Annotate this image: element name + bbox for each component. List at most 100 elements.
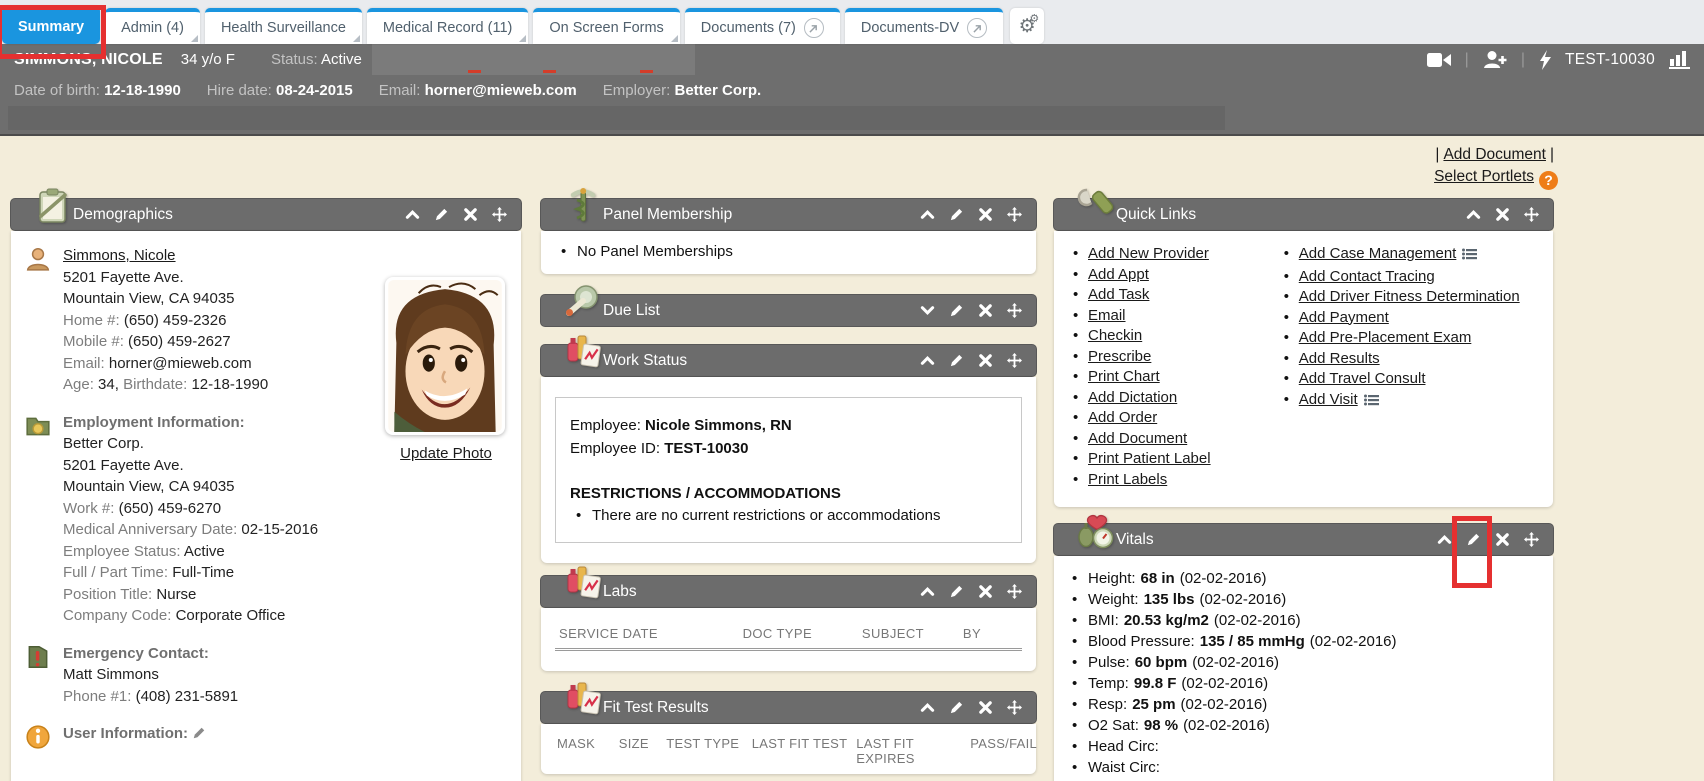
quick-link[interactable]: Add Task [1088,286,1149,303]
patient-name-link[interactable]: Simmons, Nicole [63,247,176,264]
quick-link[interactable]: Add Order [1088,409,1157,426]
expand-icon[interactable] [919,303,935,319]
move-icon[interactable] [491,207,507,223]
quick-link[interactable]: Add Pre-Placement Exam [1299,329,1472,346]
quick-link[interactable]: Add New Provider [1088,245,1209,262]
tab-health-surveillance[interactable]: Health Surveillance [205,8,362,44]
close-icon[interactable] [977,700,993,716]
quick-link[interactable]: Add Contact Tracing [1299,268,1435,285]
close-icon[interactable] [1494,207,1510,223]
list-menu-icon[interactable] [1364,393,1379,411]
edit-icon[interactable] [948,700,964,716]
collapsed-banner-area [8,106,1225,130]
quick-link[interactable]: Add Travel Consult [1299,370,1426,387]
quick-link[interactable]: Add Appt [1088,266,1149,283]
collapse-icon[interactable] [919,353,935,369]
app-window: Summary Admin (4) Health Surveillance Me… [0,0,1704,781]
edit-icon[interactable] [1465,532,1481,548]
close-icon[interactable] [977,584,993,600]
list-menu-icon[interactable] [1462,247,1477,265]
collapse-icon[interactable] [1465,207,1481,223]
portlet-title: Demographics [73,206,173,224]
tab-summary[interactable]: Summary [2,6,100,44]
quick-link[interactable]: Add Payment [1299,309,1389,326]
quick-link[interactable]: Add Dictation [1088,389,1177,406]
summary-content: |Add Document| Select Portlets? Demograp… [0,138,1704,781]
tab-admin[interactable]: Admin (4) [105,8,200,44]
vitals-item: Height:68 in(02-02-2016) [1066,568,1541,589]
edit-icon[interactable] [948,207,964,223]
add-person-icon[interactable] [1483,50,1507,69]
collapse-icon[interactable] [1436,532,1452,548]
tab-label: Summary [18,19,84,35]
update-photo-link[interactable]: Update Photo [400,443,492,465]
move-icon[interactable] [1006,700,1022,716]
collapse-icon[interactable] [919,207,935,223]
quick-link[interactable]: Email [1088,307,1126,324]
edit-icon[interactable] [948,584,964,600]
edit-icon[interactable] [948,353,964,369]
mobile-phone: (650) 459-2627 [128,333,231,350]
address-line1: 5201 Fayette Ave. [63,269,184,286]
portlet-labs: Labs SERVICE DATE DOC TYPE SUBJECT BY [540,575,1037,671]
move-icon[interactable] [1006,353,1022,369]
portlet-title: Panel Membership [603,206,732,224]
close-icon[interactable] [977,353,993,369]
video-camera-icon[interactable] [1427,52,1451,68]
quick-link[interactable]: Prescribe [1088,348,1151,365]
quick-link[interactable]: Add Document [1088,430,1187,447]
edit-icon[interactable] [948,303,964,319]
edit-icon[interactable] [433,207,449,223]
quick-links-col1: Add New Provider Add Appt Add Task Email… [1064,245,1275,491]
tab-documents[interactable]: Documents (7) [685,8,840,44]
quick-link[interactable]: Print Patient Label [1088,450,1211,467]
quick-link[interactable]: Add Case Management [1299,245,1457,262]
tab-settings-button[interactable]: ⚙ ⚙ [1010,8,1044,44]
lightning-bolt-icon[interactable] [1539,50,1551,70]
page-actions: |Add Document| Select Portlets? [1431,144,1558,190]
tab-label: Medical Record (11) [383,20,512,36]
chart-document-icon [563,332,603,372]
select-portlets-link[interactable]: Select Portlets [1434,168,1534,185]
quick-link[interactable]: Add Results [1299,350,1380,367]
tab-medical-record[interactable]: Medical Record (11) [367,8,528,44]
quick-link[interactable]: Checkin [1088,327,1142,344]
close-icon[interactable] [1494,532,1510,548]
open-in-new-window-icon[interactable] [804,18,824,38]
move-icon[interactable] [1523,207,1539,223]
close-icon[interactable] [977,303,993,319]
collapse-icon[interactable] [404,207,420,223]
collapse-icon[interactable] [919,584,935,600]
collapse-icon[interactable] [919,700,935,716]
tab-on-screen-forms[interactable]: On Screen Forms [533,8,679,44]
add-document-link[interactable]: Add Document [1443,146,1546,163]
tab-documents-dv[interactable]: Documents-DV [845,8,1003,44]
panel-membership-empty: No Panel Memberships [555,241,1022,262]
tab-label: Health Surveillance [221,20,346,36]
restrictions-heading: RESTRICTIONS / ACCOMMODATIONS [570,482,1007,505]
edit-pencil-icon[interactable] [192,725,206,742]
fit-test-table-header: MASK SIZE TEST TYPE LAST FIT TEST LAST F… [541,724,1036,774]
birthdate: 12-18-1990 [191,376,268,393]
portlet-panel-membership: Panel Membership No Panel Memberships [540,198,1037,274]
employee-status: Active [184,543,225,560]
vitals-icon [1076,511,1116,551]
portlet-title: Vitals [1116,531,1154,549]
move-icon[interactable] [1523,532,1539,548]
open-in-new-window-icon[interactable] [967,18,987,38]
move-icon[interactable] [1006,303,1022,319]
move-icon[interactable] [1006,584,1022,600]
quick-link[interactable]: Add Driver Fitness Determination [1299,288,1520,305]
close-icon[interactable] [977,207,993,223]
help-icon[interactable]: ? [1539,171,1558,190]
labs-table-header: SERVICE DATE DOC TYPE SUBJECT BY [555,622,1022,651]
quick-link[interactable]: Add Visit [1299,391,1358,408]
quick-link[interactable]: Print Chart [1088,368,1160,385]
patient-header-row2: Date of birth: 12-18-1990 Hire date: 08-… [0,75,1704,106]
portlet-vitals: Vitals Height:68 in(02-02-2016) [1053,523,1554,781]
flowsheet-chart-icon[interactable] [1669,51,1690,69]
due-list-icon [563,282,603,322]
close-icon[interactable] [462,207,478,223]
quick-link[interactable]: Print Labels [1088,471,1167,488]
move-icon[interactable] [1006,207,1022,223]
